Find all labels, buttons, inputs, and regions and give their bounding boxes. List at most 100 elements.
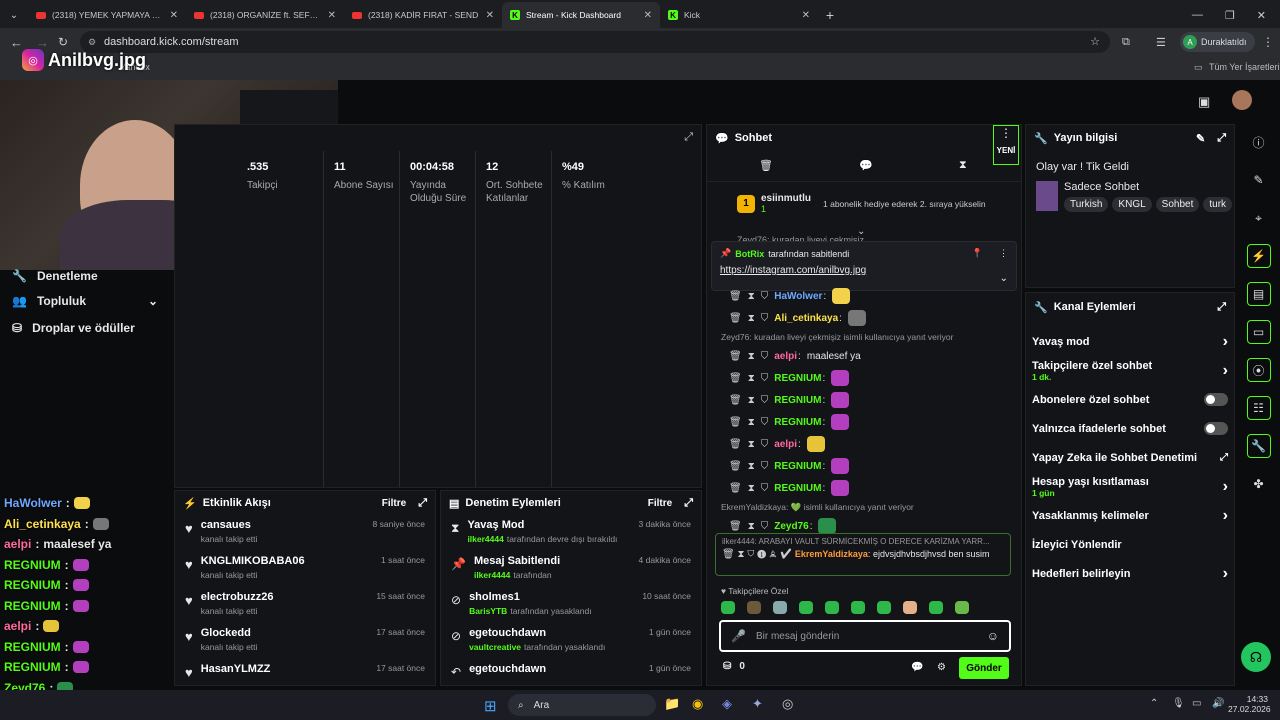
- delete-icon[interactable]: 🗑: [729, 291, 742, 302]
- nav-moderation[interactable]: 🔧 Denetleme: [0, 265, 172, 287]
- edit-icon[interactable]: ✎: [1247, 168, 1271, 192]
- expand-icon[interactable]: ⤢: [684, 497, 693, 510]
- emote-icon[interactable]: [955, 601, 969, 614]
- discord-icon[interactable]: ◈: [722, 696, 732, 712]
- chat-input[interactable]: 🎤 Bir mesaj gönderin ☺: [719, 620, 1011, 652]
- maximize-icon[interactable]: ❐: [1225, 9, 1235, 22]
- timeout-icon[interactable]: ⧗: [748, 521, 755, 532]
- channel-action-item[interactable]: Yavaş mod ›: [1026, 327, 1234, 356]
- emote-icon[interactable]: [903, 601, 917, 614]
- forward-icon[interactable]: →: [36, 35, 49, 50]
- kebab-icon[interactable]: ⋮: [999, 248, 1008, 259]
- browser-tab[interactable]: (2318) ORGANİZE ft. SEFO - Ra ✕: [186, 2, 344, 28]
- delete-icon[interactable]: 🗑: [729, 483, 742, 494]
- emoji-icon[interactable]: ☺: [987, 629, 999, 643]
- chat-message[interactable]: 🗑 ⧗ ⛉ REGNIUM:: [707, 367, 1021, 389]
- profile-button[interactable]: A Duraklatıldı: [1180, 32, 1255, 52]
- pinned-link[interactable]: https://instagram.com/anilbvg.jpg: [720, 265, 1008, 276]
- community-icon[interactable]: ✤: [1247, 472, 1271, 496]
- reading-list-icon[interactable]: ☰: [1156, 36, 1166, 49]
- timeout-icon[interactable]: ⧗: [748, 291, 755, 302]
- chat-message[interactable]: 🗑 ⧗ ⛉ aelpi: maalesef ya: [707, 345, 1021, 367]
- chat-message[interactable]: 🗑 ⧗ ⛉ aelpi:: [707, 433, 1021, 455]
- chat-message[interactable]: 🗑 ⧗ ⛉ HaWolwer:: [707, 285, 1021, 307]
- emote-icon[interactable]: [721, 601, 735, 614]
- moderation-item[interactable]: ⊘ egetouchdawn vaultcreative tarafından yas…: [441, 627, 701, 663]
- all-bookmarks[interactable]: Tüm Yer İşaretleri: [1209, 62, 1280, 72]
- delete-icon[interactable]: 🗑: [729, 521, 742, 532]
- expand-icon[interactable]: ⤢: [684, 131, 693, 144]
- user-list-icon[interactable]: ☷: [1246, 396, 1271, 420]
- delete-icon[interactable]: 🗑: [729, 313, 742, 324]
- chat-message[interactable]: 🗑 ⧗ ⛉ REGNIUM:: [707, 411, 1021, 433]
- wrench-icon[interactable]: 🔧: [1246, 434, 1271, 458]
- toggle-switch[interactable]: [1204, 422, 1228, 435]
- chat-username[interactable]: REGNIUM: [774, 417, 821, 428]
- bookmark-star-icon[interactable]: ☆: [1090, 31, 1100, 53]
- timeout-icon[interactable]: ⧗: [748, 461, 755, 472]
- nav-community[interactable]: 👥 Topluluk ⌄: [0, 287, 172, 315]
- back-icon[interactable]: ←: [10, 35, 23, 50]
- user-avatar[interactable]: [1232, 90, 1252, 110]
- mic-icon[interactable]: 🎤: [731, 629, 746, 643]
- channel-action-item[interactable]: Yapay Zeka ile Sohbet Denetimi ⤢: [1026, 443, 1234, 472]
- reload-icon[interactable]: ↻: [58, 35, 68, 49]
- minimize-icon[interactable]: —: [1192, 9, 1203, 21]
- timeout-icon[interactable]: ⧗: [748, 439, 755, 450]
- highlight-user[interactable]: EkremYaldizkaya: [795, 549, 868, 559]
- close-tab-icon[interactable]: ✕: [644, 10, 652, 21]
- chat-username[interactable]: REGNIUM: [774, 483, 821, 494]
- channel-action-item[interactable]: Abonelere özel sohbet: [1026, 385, 1234, 414]
- chat-username[interactable]: REGNIUM: [774, 373, 821, 384]
- close-tab-icon[interactable]: ✕: [170, 10, 178, 21]
- chat-message[interactable]: 🗑 ⧗ ⛉ REGNIUM:: [707, 389, 1021, 411]
- obs-icon[interactable]: ◎: [782, 696, 793, 712]
- channel-action-item[interactable]: Hedefleri belirleyin ›: [1026, 559, 1234, 588]
- nav-drops[interactable]: ⛁ Droplar ve ödüller: [0, 315, 172, 341]
- address-bar[interactable]: ⚙ dashboard.kick.com/stream ☆: [80, 31, 1110, 53]
- menu-kebab-icon[interactable]: ⋮: [1262, 35, 1274, 49]
- bolt-icon[interactable]: ⚡: [1246, 244, 1271, 268]
- support-icon[interactable]: ☊: [1241, 642, 1271, 672]
- toggle-switch[interactable]: [1204, 393, 1228, 406]
- browser-tab[interactable]: (2318) KADİR FIRAT - SEND ✕: [344, 2, 502, 28]
- file-explorer-icon[interactable]: 📁: [664, 696, 680, 712]
- moderation-item[interactable]: ⊘ sholmes1 BarisYTB tarafından yasaklandı 10…: [441, 591, 701, 627]
- stream-tag[interactable]: Sohbet: [1155, 197, 1200, 212]
- stream-preview-icon[interactable]: ▣: [1198, 94, 1210, 110]
- channel-action-item[interactable]: İzleyici Yönlendir: [1026, 530, 1234, 559]
- moderation-filter-button[interactable]: Filtre: [648, 498, 672, 509]
- chat-username[interactable]: aelpi: [774, 351, 797, 362]
- channel-action-item[interactable]: Yasaklanmış kelimeler ›: [1026, 501, 1234, 530]
- close-window-icon[interactable]: ✕: [1257, 9, 1266, 22]
- taskbar-search[interactable]: ⌕ Ara: [508, 694, 656, 716]
- chat-message[interactable]: 🗑 ⧗ ⛉ REGNIUM:: [707, 477, 1021, 499]
- stream-tag[interactable]: Turkish: [1064, 197, 1109, 212]
- volume-icon[interactable]: 🔊: [1212, 698, 1224, 709]
- timeout-icon[interactable]: ⧗: [748, 417, 755, 428]
- timeout-icon[interactable]: ⧗: [748, 351, 755, 362]
- hourglass-icon[interactable]: ⧗: [959, 159, 967, 172]
- browser-tab[interactable]: K Kick ✕: [660, 2, 818, 28]
- network-icon[interactable]: ▭: [1192, 698, 1201, 709]
- stream-tag[interactable]: turk: [1203, 197, 1233, 212]
- tab-search-icon[interactable]: ⌄: [0, 2, 28, 28]
- stream-tag[interactable]: KNGL: [1112, 197, 1152, 212]
- send-button[interactable]: Gönder: [959, 657, 1009, 679]
- chat-username[interactable]: REGNIUM: [774, 395, 821, 406]
- new-tab-button[interactable]: +: [818, 2, 842, 28]
- expand-icon[interactable]: ⤢: [1217, 132, 1226, 145]
- close-tab-icon[interactable]: ✕: [328, 10, 336, 21]
- channel-action-item[interactable]: Takipçilere özel sohbet 1 dk. ›: [1026, 356, 1234, 385]
- chat-bubble-icon[interactable]: ▭: [1246, 320, 1271, 344]
- moderation-item[interactable]: ↶ egetouchdawn 1 gün önce: [441, 663, 701, 685]
- target-icon[interactable]: ⌖: [1247, 206, 1271, 230]
- chat-settings-icon[interactable]: 💬: [859, 159, 873, 172]
- gear-icon[interactable]: ⚙: [937, 662, 946, 673]
- chat-username[interactable]: HaWolwer: [774, 291, 822, 302]
- chevron-down-icon[interactable]: ⌄: [1000, 273, 1008, 284]
- delete-icon[interactable]: 🗑: [729, 373, 742, 384]
- chat-menu-button[interactable]: ⋮ YENİ: [993, 125, 1019, 165]
- trash-icon[interactable]: 🗑: [759, 159, 773, 172]
- extensions-icon[interactable]: ⧉: [1122, 36, 1130, 49]
